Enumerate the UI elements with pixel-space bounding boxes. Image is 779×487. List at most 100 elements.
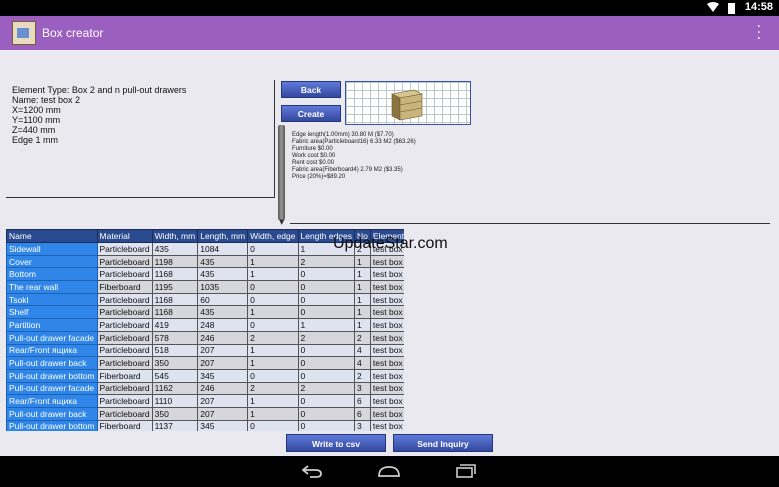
- cell-width: 419: [151, 318, 199, 332]
- col-header-length[interactable]: Length, mm: [197, 229, 249, 243]
- cell-name: Cover: [6, 254, 98, 269]
- home-icon[interactable]: [378, 464, 400, 482]
- info-name: Name: test box 2: [12, 95, 81, 105]
- col-header-name[interactable]: Name: [6, 229, 98, 243]
- table-row[interactable]: Rear/Front ящика Particleboard 1110 207 1 0 6 t…: [6, 394, 404, 408]
- cell-name: Partition: [6, 318, 98, 332]
- cell-width: 1195: [151, 280, 199, 294]
- table-row[interactable]: BottomParticleboard1168435101test box 2: [6, 267, 404, 282]
- cell-no: 6: [354, 394, 371, 408]
- cell-width-edge: 1: [247, 267, 299, 282]
- cell-length-edges: 0: [297, 280, 356, 294]
- cell-length-edges: 2: [297, 381, 356, 396]
- table-row[interactable]: Pull-out drawer back Particleboard 350 207 1…: [6, 356, 404, 370]
- cell-length: 207: [197, 343, 249, 358]
- cell-material: Particleboard: [96, 343, 153, 358]
- cell-length: 207: [197, 394, 249, 408]
- cell-no: 2: [354, 330, 371, 345]
- cost-summary: Edge length(1.00mm) 30.80 M ($7.70) Fabr…: [292, 132, 562, 181]
- cell-name: Pull-out drawer bottom: [6, 368, 98, 383]
- create-button[interactable]: Create: [281, 105, 341, 122]
- cell-element: test box 2: [369, 267, 404, 282]
- info-scrollbar[interactable]: [278, 125, 285, 220]
- cell-material: Particleboard: [96, 242, 153, 256]
- cell-material: Particleboard: [96, 394, 153, 408]
- scroll-down-icon[interactable]: ▼: [279, 218, 284, 226]
- cell-material: Fiberboard: [96, 368, 153, 383]
- cell-length: 345: [197, 419, 249, 431]
- cell-length: 1084: [197, 242, 249, 256]
- cost-price: Price (20%)=$89.20: [292, 174, 346, 180]
- info-z: Z=440 mm: [12, 125, 56, 135]
- cell-no: 1: [354, 267, 371, 282]
- cell-length: 435: [197, 305, 249, 320]
- cell-name: Rear/Front ящика: [6, 343, 98, 358]
- table-row[interactable]: Rear/Front ящика Particleboard 518 207 1 0 4 te…: [6, 343, 404, 358]
- cell-length-edges: 0: [297, 292, 356, 307]
- cell-width: 1162: [151, 381, 199, 396]
- col-header-width[interactable]: Width, mm: [151, 229, 199, 243]
- cell-length: 207: [197, 356, 249, 370]
- cost-furniture: Furniture $0.00: [292, 146, 333, 152]
- cell-length-edges: 0: [297, 368, 356, 383]
- col-header-material[interactable]: Material: [96, 229, 153, 243]
- cell-element: test box 2: [369, 254, 404, 269]
- cell-no: 4: [354, 356, 371, 370]
- cell-length: 435: [197, 267, 249, 282]
- cell-length: 246: [197, 330, 249, 345]
- table-row[interactable]: CoverParticleboard1198435121test box 2: [6, 254, 404, 269]
- cell-no: 4: [354, 343, 371, 358]
- recent-apps-icon[interactable]: [456, 464, 476, 482]
- cell-element: test box 2: [369, 356, 404, 370]
- info-y: Y=1100 mm: [12, 115, 61, 125]
- table-row[interactable]: Pull-out drawer back Particleboard 350 207 1…: [6, 406, 404, 421]
- write-to-csv-button[interactable]: Write to csv: [286, 434, 386, 452]
- info-x: X=1200 mm: [12, 105, 61, 115]
- table-row[interactable]: The rear wall Fiberboard 1195 1035 0 0 1 test b…: [6, 280, 404, 294]
- table-row[interactable]: Pull-out drawer facade Particleboard 578 24…: [6, 330, 404, 345]
- more-vert-icon[interactable]: · · ·: [757, 20, 761, 46]
- status-bar: 14:58: [0, 0, 779, 16]
- cell-width-edge: 1: [247, 254, 299, 269]
- table-row[interactable]: ShelfParticleboard1168435101test box 2: [6, 305, 404, 320]
- back-icon[interactable]: [301, 464, 322, 482]
- cell-width: 435: [151, 242, 199, 256]
- cell-material: Particleboard: [96, 406, 153, 421]
- cell-length-edges: 0: [297, 419, 356, 431]
- cell-length-edges: 0: [297, 394, 356, 408]
- cost-edge-length: Edge length(1.00mm) 30.80 M ($7.70): [292, 132, 394, 138]
- action-bar: Box creator · · ·: [0, 16, 779, 50]
- cell-width-edge: 0: [247, 318, 299, 332]
- cell-element: test box 2: [369, 394, 404, 408]
- cost-rent: Rent cost $0.00: [292, 160, 335, 166]
- cell-material: Particleboard: [96, 292, 153, 307]
- col-header-width-edge[interactable]: Width, edge: [247, 229, 299, 243]
- table-row[interactable]: Partition Particleboard 419 248 0 1 1 test box …: [6, 318, 404, 332]
- cell-width: 518: [151, 343, 199, 358]
- cell-material: Particleboard: [96, 381, 153, 396]
- cell-length-edges: 0: [297, 305, 356, 320]
- app-title: Box creator: [42, 26, 104, 40]
- divider: [290, 223, 770, 224]
- cell-name: Shelf: [6, 305, 98, 320]
- box-3d-image: [391, 89, 423, 121]
- table-row[interactable]: Pull-out drawer facade Particleboard 1162 2…: [6, 381, 404, 396]
- cell-name: Pull-out drawer facade: [6, 330, 98, 345]
- battery-icon: [728, 3, 735, 14]
- cell-name: The rear wall: [6, 280, 98, 294]
- cell-no: 6: [354, 406, 371, 421]
- cell-width: 545: [151, 368, 199, 383]
- table-row[interactable]: TsoklParticleboard116860001test box 2: [6, 292, 404, 307]
- cost-work: Work cost $0.00: [292, 153, 336, 159]
- box-preview[interactable]: [345, 81, 471, 125]
- cell-length: 435: [197, 254, 249, 269]
- cell-material: Particleboard: [96, 305, 153, 320]
- table-row[interactable]: Pull-out drawer bottom Fiberboard 1137 345 0…: [6, 419, 404, 431]
- table-row[interactable]: Pull-out drawer bottom Fiberboard 545 345 0 0…: [6, 368, 404, 383]
- back-button[interactable]: Back: [281, 81, 341, 98]
- cell-width: 1198: [151, 254, 199, 269]
- parts-table[interactable]: Name Material Width, mm Length, mm Width…: [6, 229, 404, 431]
- cell-width: 1168: [151, 292, 199, 307]
- cell-width-edge: 1: [247, 356, 299, 370]
- send-inquiry-button[interactable]: Send Inquiry: [393, 434, 493, 452]
